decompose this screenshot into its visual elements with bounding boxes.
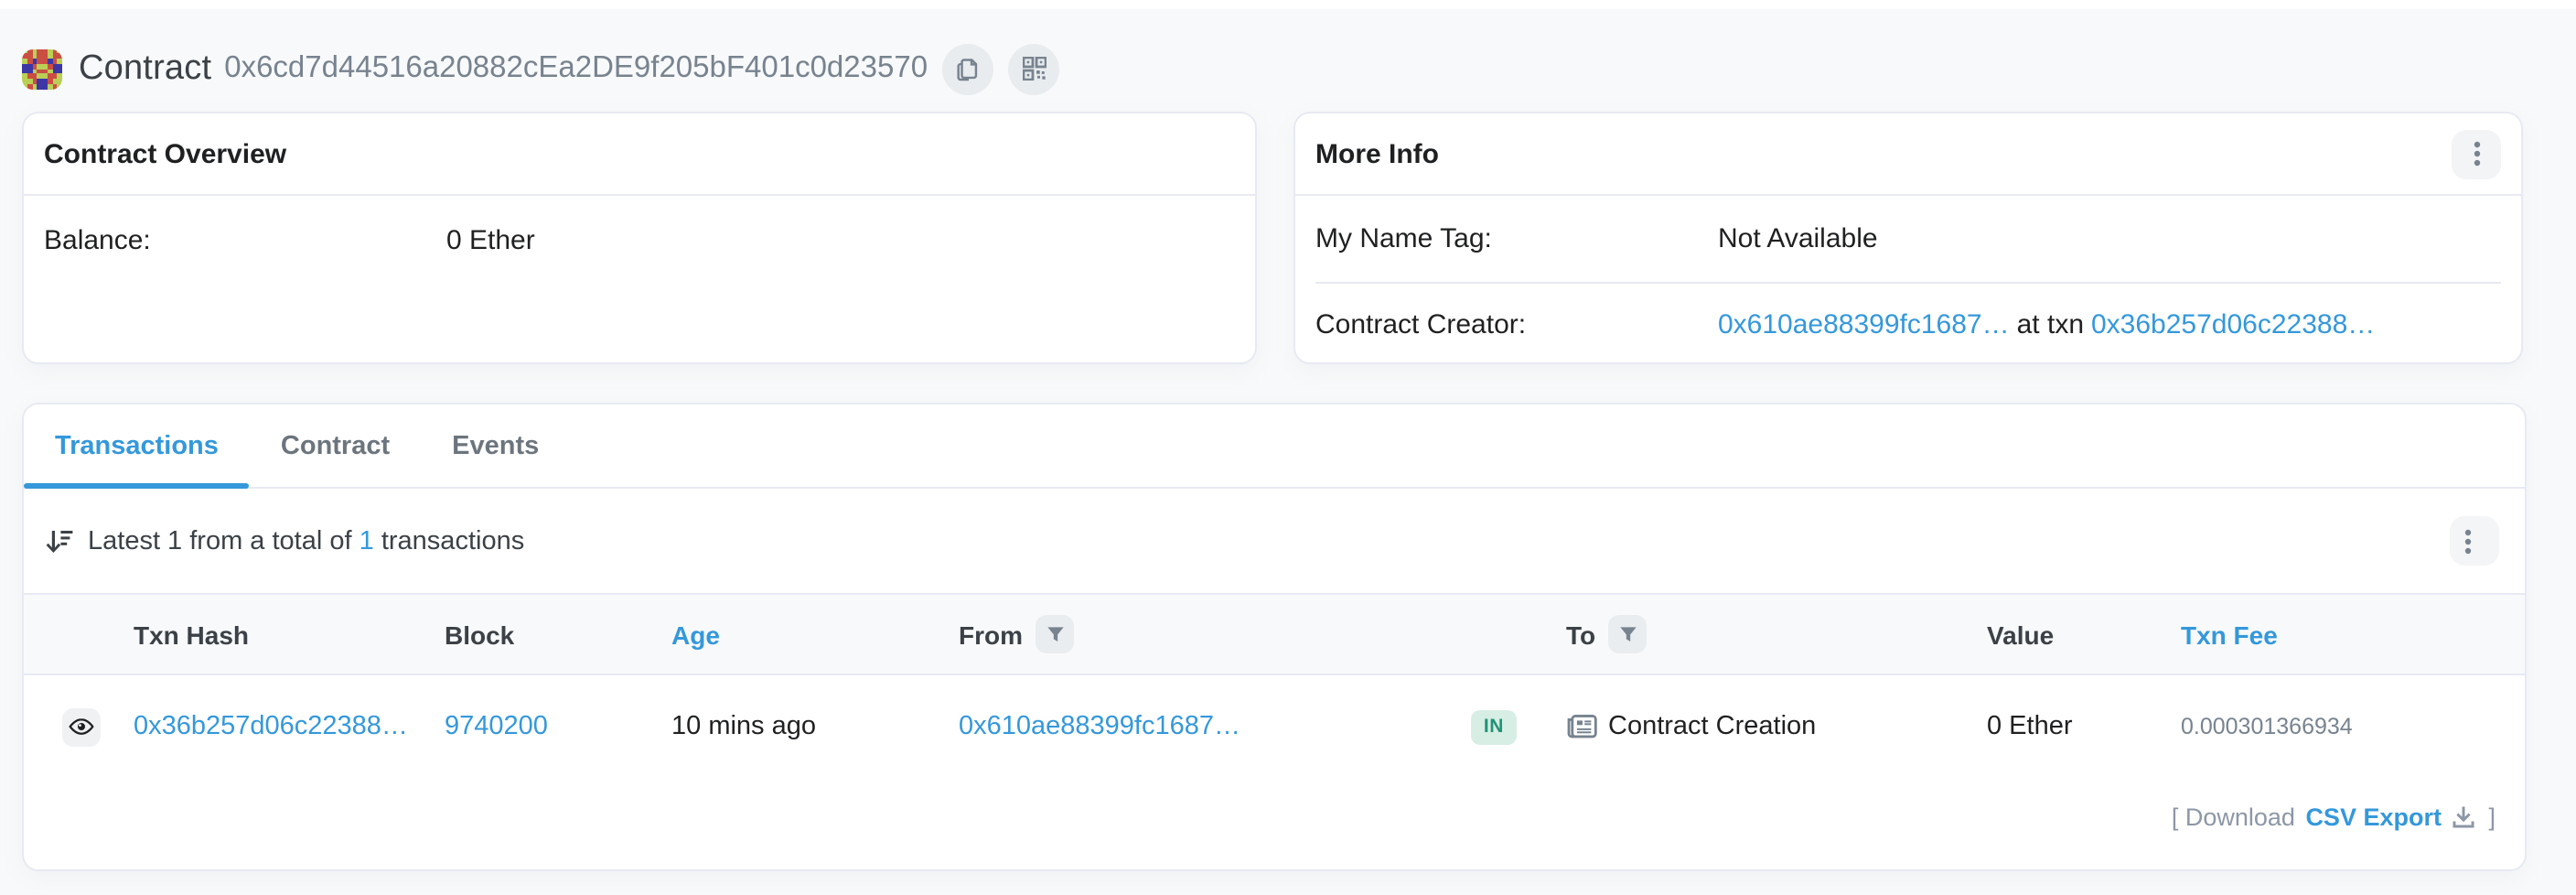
contract-creator-value: 0x610ae88399fc1687…at txn0x36b257d06c223…: [1718, 309, 2375, 340]
tab-contract[interactable]: Contract: [250, 404, 421, 487]
contract-address: 0x6cd7d44516a20882cEa2DE9f205bF401c0d235…: [224, 51, 928, 86]
filter-icon: [1618, 625, 1637, 643]
txn-fee-cell: 0.000301366934: [2181, 714, 2496, 739]
direction-badge: IN: [1471, 709, 1517, 744]
kebab-menu-icon: [2473, 141, 2480, 167]
direction-cell: IN: [1449, 709, 1566, 744]
contract-overview-card: Contract Overview Balance: 0 Ether: [22, 112, 1257, 364]
creator-address-link[interactable]: 0x610ae88399fc1687…: [1718, 309, 2010, 340]
copy-icon: [955, 56, 981, 81]
from-address-link[interactable]: 0x610ae88399fc1687…: [959, 712, 1240, 741]
col-txn-fee-sort[interactable]: Txn Fee: [2181, 620, 2496, 649]
contract-creator-row: Contract Creator: 0x610ae88399fc1687…at …: [1295, 284, 2521, 366]
more-info-title: More Info: [1315, 138, 1439, 169]
summary-cards-row: Contract Overview Balance: 0 Ether More …: [22, 112, 2523, 364]
more-info-card: More Info My Name Tag: Not Available Con…: [1293, 112, 2523, 364]
balance-value: 0 Ether: [446, 225, 535, 256]
name-tag-value: Not Available: [1718, 223, 1878, 254]
page-header: Contract 0x6cd7d44516a20882cEa2DE9f205bF…: [22, 26, 1059, 113]
contract-overview-title: Contract Overview: [44, 138, 286, 169]
filter-icon: [1046, 625, 1064, 643]
csv-export-link[interactable]: CSV Export: [2305, 803, 2442, 831]
page: Contract 0x6cd7d44516a20882cEa2DE9f205bF…: [0, 0, 2576, 895]
contract-icon: [1566, 714, 1608, 739]
transactions-summary-row: Latest 1 from a total of 1 transactions: [24, 489, 2525, 593]
kebab-menu-icon: [2463, 528, 2485, 554]
tab-bar: Transactions Contract Events: [24, 404, 2525, 489]
col-from: From: [959, 615, 1449, 653]
download-bracket-open: [ Download: [2172, 803, 2302, 831]
qrcode-icon: [1022, 57, 1046, 81]
to-label: Contract Creation: [1608, 712, 1816, 741]
qrcode-button[interactable]: [1008, 43, 1059, 94]
col-to: To: [1566, 615, 1987, 653]
transactions-menu-button[interactable]: [2450, 516, 2499, 566]
to-filter-button[interactable]: [1608, 615, 1647, 653]
txn-preview-button[interactable]: [62, 707, 101, 746]
to-cell: Contract Creation: [1566, 712, 1987, 741]
col-from-label: From: [959, 620, 1023, 649]
contract-identicon: [22, 49, 62, 89]
transactions-table-header: Txn Hash Block Age From To: [24, 593, 2525, 675]
contract-overview-body: Balance: 0 Ether: [24, 196, 1255, 286]
top-navbar-edge: [0, 0, 2576, 9]
txn-preview-cell: [53, 707, 134, 746]
more-info-menu-button[interactable]: [2452, 129, 2501, 178]
summary-count-link[interactable]: 1: [360, 526, 374, 555]
txn-hash-link[interactable]: 0x36b257d06c22388…: [134, 712, 408, 741]
balance-row: Balance: 0 Ether: [44, 225, 1235, 256]
csv-export-footer: [ Download CSV Export ]: [24, 803, 2525, 831]
name-tag-row: My Name Tag: Not Available: [1295, 196, 2521, 282]
col-block: Block: [445, 620, 671, 649]
block-cell: 9740200: [445, 712, 671, 741]
more-info-header: More Info: [1295, 113, 2521, 196]
txn-hash-cell: 0x36b257d06c22388…: [134, 712, 445, 741]
creator-connector: at txn: [2017, 309, 2084, 340]
col-txn-hash: Txn Hash: [134, 620, 445, 649]
contract-overview-header: Contract Overview: [24, 113, 1255, 196]
download-bracket-close: ]: [2482, 803, 2496, 831]
balance-label: Balance:: [44, 225, 446, 256]
contract-creator-label: Contract Creator:: [1315, 309, 1718, 340]
col-age-sort[interactable]: Age: [671, 620, 959, 649]
block-link[interactable]: 9740200: [445, 712, 548, 741]
summary-prefix: Latest 1 from a total of: [88, 526, 360, 555]
creator-txn-link[interactable]: 0x36b257d06c22388…: [2091, 309, 2375, 340]
copy-address-button[interactable]: [942, 43, 993, 94]
tab-transactions[interactable]: Transactions: [24, 404, 250, 487]
age-cell: 10 mins ago: [671, 712, 959, 741]
from-cell: 0x610ae88399fc1687…: [959, 712, 1449, 741]
tab-events[interactable]: Events: [421, 404, 570, 487]
from-filter-button[interactable]: [1036, 615, 1074, 653]
transactions-card: Transactions Contract Events Latest 1 fr…: [22, 403, 2527, 871]
col-to-label: To: [1566, 620, 1595, 649]
sort-icon: [46, 528, 88, 554]
transaction-row: 0x36b257d06c22388… 9740200 10 mins ago 0…: [24, 675, 2525, 778]
col-value: Value: [1987, 620, 2181, 649]
eye-icon: [68, 717, 95, 736]
page-title: Contract: [79, 49, 211, 89]
name-tag-label: My Name Tag:: [1315, 223, 1718, 254]
download-icon: [2445, 803, 2482, 831]
summary-suffix: transactions: [374, 526, 524, 555]
value-cell: 0 Ether: [1987, 712, 2181, 741]
transactions-summary: Latest 1 from a total of 1 transactions: [88, 526, 524, 555]
